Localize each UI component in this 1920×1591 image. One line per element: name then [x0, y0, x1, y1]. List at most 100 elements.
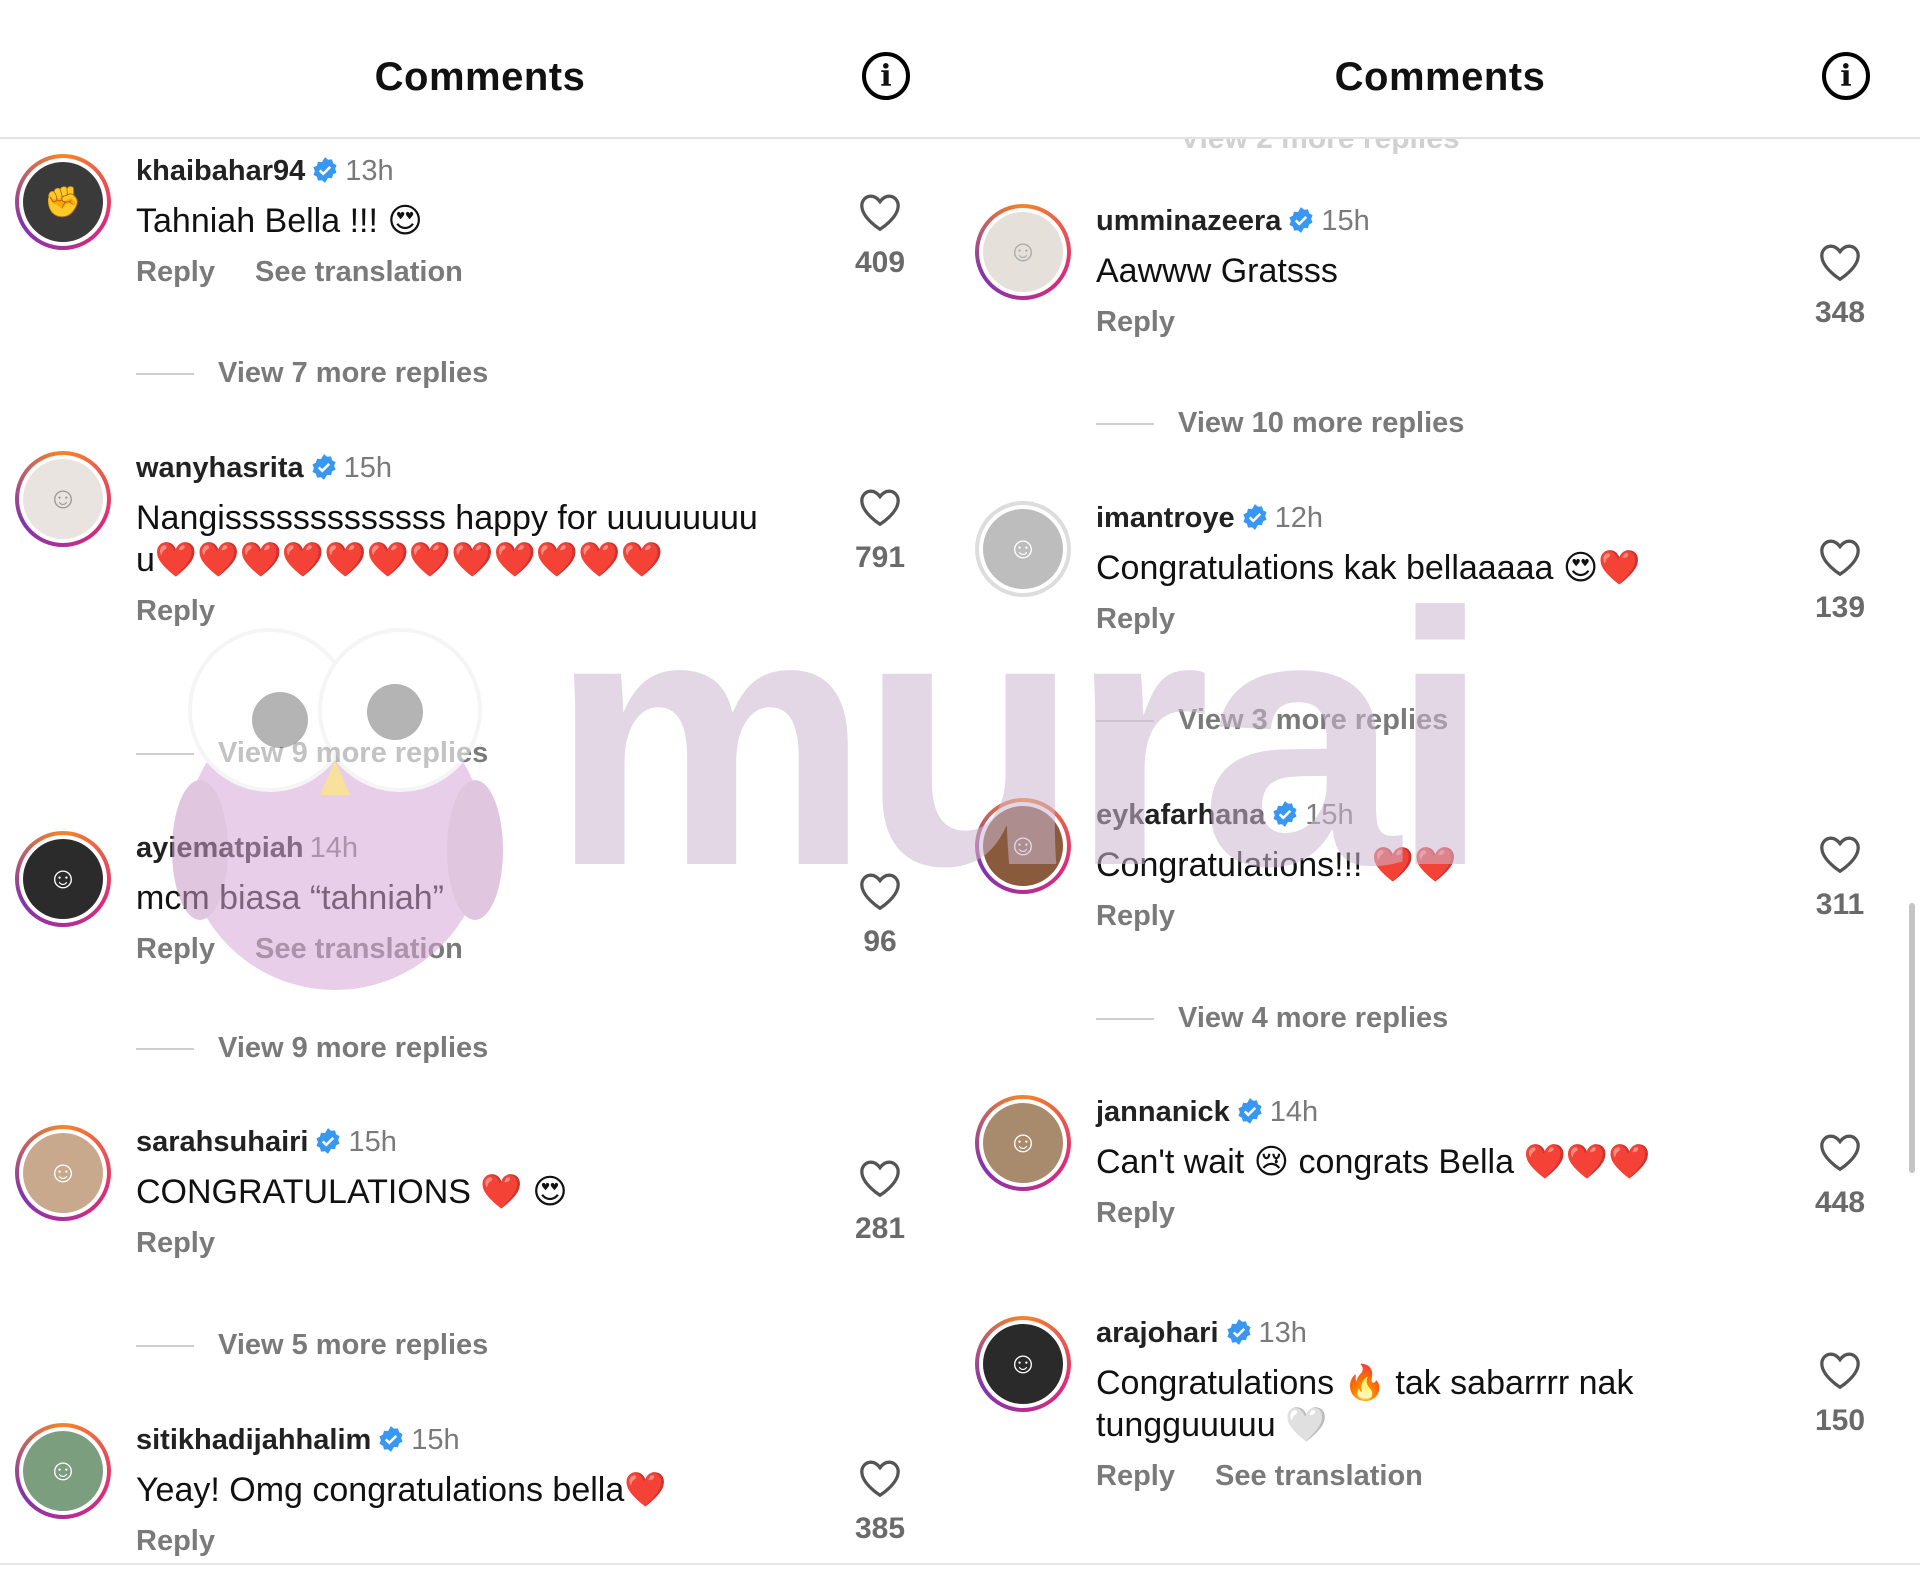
see-translation-button[interactable]: See translation — [255, 256, 463, 288]
reply-button[interactable]: Reply — [1096, 1460, 1175, 1492]
like-count: 791 — [854, 541, 906, 574]
avatar-image: ☺ — [983, 1324, 1063, 1404]
timestamp: 15h — [1321, 205, 1370, 237]
avatar[interactable]: ☺ — [975, 1316, 1071, 1412]
avatar-image: ✊ — [23, 162, 103, 242]
like-block: 409 — [835, 192, 925, 280]
heart-outline-icon[interactable] — [1818, 537, 1862, 577]
avatar[interactable]: ☺ — [975, 204, 1071, 300]
username[interactable]: wanyhasrita — [136, 452, 304, 484]
like-count: 139 — [1814, 591, 1866, 624]
reply-button[interactable]: Reply — [136, 1525, 215, 1557]
heart-outline-icon[interactable] — [858, 1158, 902, 1198]
timestamp: 15h — [411, 1424, 460, 1456]
view-replies-link[interactable]: View 10 more replies — [1096, 407, 1464, 440]
avatar[interactable]: ☺ — [15, 831, 111, 927]
view-replies-label: View 10 more replies — [1178, 407, 1465, 439]
view-replies-link[interactable]: View 5 more replies — [136, 1329, 488, 1362]
timestamp: 14h — [1269, 1096, 1319, 1128]
avatar-image: ☺ — [983, 806, 1063, 886]
comment-text: Can't wait 😢 congrats Bella ❤️❤️❤️ — [1096, 1143, 1651, 1181]
username[interactable]: imantroye — [1096, 502, 1235, 534]
username[interactable]: arajohari — [1096, 1317, 1219, 1349]
like-block: 139 — [1795, 537, 1885, 625]
reply-button[interactable]: Reply — [136, 1227, 215, 1259]
reply-button[interactable]: Reply — [1096, 306, 1175, 338]
reply-button[interactable]: Reply — [136, 595, 215, 627]
view-replies-link[interactable]: View 3 more replies — [1096, 704, 1448, 737]
like-count: 348 — [1814, 296, 1866, 329]
see-translation-button[interactable]: See translation — [1215, 1460, 1423, 1492]
username[interactable]: sarahsuhairi — [136, 1126, 308, 1158]
avatar-image: ☺ — [983, 212, 1063, 292]
view-replies-label: View 4 more replies — [1178, 1002, 1449, 1034]
view-replies-link[interactable]: View 7 more replies — [136, 357, 488, 390]
heart-outline-icon[interactable] — [858, 1458, 902, 1498]
like-block: 385 — [835, 1458, 925, 1546]
header-title: Comments — [374, 55, 586, 99]
reply-button[interactable]: Reply — [1096, 603, 1175, 635]
verified-badge-icon — [312, 454, 336, 480]
heart-outline-icon[interactable] — [1818, 1132, 1862, 1172]
scrollbar[interactable] — [1909, 903, 1915, 1173]
heart-outline-icon[interactable] — [858, 871, 902, 911]
view-replies-link[interactable]: View 9 more replies — [136, 1032, 488, 1065]
avatar-image: ☺ — [23, 1133, 103, 1213]
heart-outline-icon[interactable] — [1818, 242, 1862, 282]
heart-outline-icon[interactable] — [1818, 834, 1862, 874]
verified-badge-icon — [1243, 504, 1267, 530]
comments-header: Comments i — [960, 0, 1920, 139]
like-count: 409 — [854, 246, 906, 279]
avatar-image: ☺ — [983, 509, 1063, 589]
see-translation-button[interactable]: See translation — [255, 933, 463, 965]
heart-outline-icon[interactable] — [858, 487, 902, 527]
heart-outline-icon[interactable] — [1818, 1350, 1862, 1390]
comment-text: Yeay! Omg congratulations bella❤️ — [136, 1471, 667, 1509]
comment-text: Tahniah Bella !!! 😍 — [136, 202, 423, 240]
reply-line — [136, 1048, 194, 1051]
view-replies-label: View 7 more replies — [218, 357, 489, 389]
reply-line — [136, 373, 194, 376]
info-icon[interactable]: i — [862, 52, 910, 100]
reply-button[interactable]: Reply — [1096, 1197, 1175, 1229]
username[interactable]: sitikhadijahhalim — [136, 1424, 371, 1456]
reply-button[interactable]: Reply — [1096, 900, 1175, 932]
avatar-image: ☺ — [23, 839, 103, 919]
view-replies-link[interactable]: View 4 more replies — [1096, 1002, 1448, 1035]
info-icon[interactable]: i — [1822, 52, 1870, 100]
avatar[interactable]: ☺ — [975, 798, 1071, 894]
reply-line — [1096, 720, 1154, 723]
comments-panel-right: View 2 more replies Comments i ☺ umminaz… — [960, 0, 1920, 1591]
avatar[interactable]: ☺ — [975, 501, 1071, 597]
timestamp: 15h — [343, 452, 393, 484]
view-replies-label: View 5 more replies — [218, 1329, 489, 1361]
reply-button[interactable]: Reply — [136, 256, 215, 288]
avatar[interactable]: ☺ — [15, 1423, 111, 1519]
avatar[interactable]: ☺ — [975, 1095, 1071, 1191]
like-block: 791 — [835, 487, 925, 575]
username[interactable]: eykafarhana — [1096, 799, 1265, 831]
avatar[interactable]: ☺ — [15, 451, 111, 547]
view-replies-link[interactable]: View 9 more replies — [136, 737, 488, 770]
avatar[interactable]: ☺ — [15, 1125, 111, 1221]
username[interactable]: ayiematpiah — [136, 832, 304, 864]
avatar[interactable]: ✊ — [15, 154, 111, 250]
timestamp: 12h — [1274, 502, 1323, 534]
like-block: 448 — [1795, 1132, 1885, 1220]
username[interactable]: jannanick — [1096, 1096, 1230, 1128]
comments-header: Comments i — [0, 0, 960, 139]
heart-outline-icon[interactable] — [858, 192, 902, 232]
verified-badge-icon — [1273, 801, 1297, 827]
view-replies-label: View 3 more replies — [1178, 704, 1449, 736]
timestamp: 13h — [345, 155, 394, 187]
username[interactable]: umminazeera — [1096, 205, 1281, 237]
reply-line — [136, 753, 194, 756]
comment-text: CONGRATULATIONS ❤️ 😍 — [136, 1173, 568, 1211]
avatar-image: ☺ — [23, 459, 103, 539]
like-block: 311 — [1795, 834, 1885, 922]
reply-button[interactable]: Reply — [136, 933, 215, 965]
verified-badge-icon — [1226, 1319, 1251, 1345]
comments-panel-left: Comments i ✊ khaibahar94 13h Tahniah Bell… — [0, 0, 960, 1591]
like-block: 348 — [1795, 242, 1885, 330]
username[interactable]: khaibahar94 — [136, 155, 305, 187]
